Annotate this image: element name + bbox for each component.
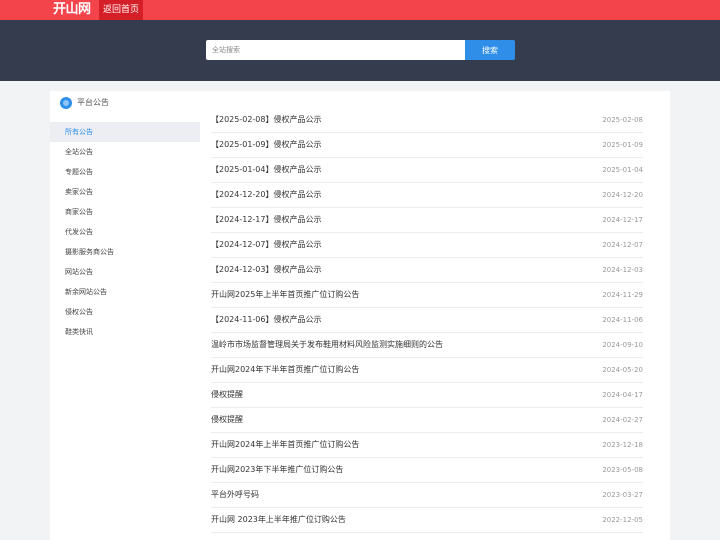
notice-title-link[interactable]: 【2024-12-03】侵权产品公示 [211,258,322,282]
sidebar-header: 平台公告 [50,91,200,115]
notice-date: 2025-02-08 [602,116,643,124]
notice-row[interactable]: 平台外呼号码 2023-03-27 [211,483,643,508]
sidebar-item[interactable]: 所有公告 [50,122,200,142]
notice-date: 2024-02-27 [602,416,643,424]
notice-row[interactable]: 【2024-12-03】侵权产品公示 2024-12-03 [211,258,643,283]
notice-date: 2024-05-20 [602,366,643,374]
search-button[interactable]: 搜索 [465,40,515,60]
notice-title-link[interactable]: 【2024-11-06】侵权产品公示 [211,308,322,332]
sidebar: 平台公告 所有公告 全站公告 专题公告 卖家公告 商家公告 代发公告 摄影服务商公告 网站公告… [50,91,200,540]
notice-row[interactable]: 【2025-02-08】侵权产品公示 2025-02-08 [211,108,643,133]
notice-panel: 【2025-02-08】侵权产品公示 2025-02-08 【2025-01-09】… [200,91,670,540]
notice-title-link[interactable]: 开山网2025年上半年首页推广位订购公告 [211,283,359,307]
notice-date: 2023-05-08 [602,466,643,474]
notice-title-link[interactable]: 【2025-01-04】侵权产品公示 [211,158,322,182]
notice-date: 2024-12-03 [602,266,643,274]
notice-date: 2024-11-29 [602,291,643,299]
notice-title-link[interactable]: 【2025-01-09】侵权产品公示 [211,133,322,157]
top-bar: 开山网 返回首页 [0,0,720,20]
notice-row[interactable]: 开山网2024年下半年首页推广位订购公告 2024-05-20 [211,358,643,383]
notice-date: 2024-11-06 [602,316,643,324]
notice-row[interactable]: 【2024-12-07】侵权产品公示 2024-12-07 [211,233,643,258]
announcement-icon [60,97,72,109]
sidebar-item[interactable]: 摄影服务商公告 [50,242,200,262]
notice-title-link[interactable]: 开山网2024年下半年首页推广位订购公告 [211,358,359,382]
sidebar-item[interactable]: 卖家公告 [50,182,200,202]
notice-date: 2024-12-17 [602,216,643,224]
notice-row[interactable]: 【2024-11-06】侵权产品公示 2024-11-06 [211,308,643,333]
notice-row[interactable]: 【2024-12-20】侵权产品公示 2024-12-20 [211,183,643,208]
sidebar-item[interactable]: 鞋类快讯 [50,322,200,342]
sidebar-item[interactable]: 新余网站公告 [50,282,200,302]
notice-title-link[interactable]: 温岭市市场监督管理局关于发布鞋用材料风险监测实施细则的公告 [211,333,443,357]
notice-row[interactable]: 温岭市市场监督管理局关于发布鞋用材料风险监测实施细则的公告 2024-09-10 [211,333,643,358]
sidebar-item[interactable]: 专题公告 [50,162,200,182]
notice-title-link[interactable]: 【2024-12-17】侵权产品公示 [211,208,322,232]
notice-row[interactable]: 【2025-01-09】侵权产品公示 2025-01-09 [211,133,643,158]
notice-date: 2023-03-27 [602,491,643,499]
sidebar-item[interactable]: 全站公告 [50,142,200,162]
site-logo[interactable]: 开山网 [53,2,91,18]
notice-row[interactable]: 开山网2024年上半年首页推广位订购公告 2023-12-18 [211,433,643,458]
notice-date: 2022-12-05 [602,516,643,524]
notice-list: 【2025-02-08】侵权产品公示 2025-02-08 【2025-01-09】… [211,108,643,533]
notice-title-link[interactable]: 开山网2024年上半年首页推广位订购公告 [211,433,359,457]
notice-row[interactable]: 开山网2025年上半年首页推广位订购公告 2024-11-29 [211,283,643,308]
notice-date: 2024-12-07 [602,241,643,249]
sidebar-title: 平台公告 [77,98,109,107]
notice-row[interactable]: 开山网 2023年上半年推广位订购公告 2022-12-05 [211,508,643,533]
notice-date: 2024-09-10 [602,341,643,349]
sidebar-menu: 所有公告 全站公告 专题公告 卖家公告 商家公告 代发公告 摄影服务商公告 网站公告 新余网站公… [50,122,200,342]
notice-row[interactable]: 【2025-01-04】侵权产品公示 2025-01-04 [211,158,643,183]
notice-title-link[interactable]: 【2024-12-20】侵权产品公示 [211,183,322,207]
notice-date: 2024-04-17 [602,391,643,399]
notice-title-link[interactable]: 侵权提醒 [211,383,243,407]
notice-row[interactable]: 侵权提醒 2024-02-27 [211,408,643,433]
sidebar-item[interactable]: 商家公告 [50,202,200,222]
sidebar-item[interactable]: 侵权公告 [50,302,200,322]
notice-row[interactable]: 侵权提醒 2024-04-17 [211,383,643,408]
sidebar-item[interactable]: 代发公告 [50,222,200,242]
sidebar-item[interactable]: 网站公告 [50,262,200,282]
notice-date: 2023-12-18 [602,441,643,449]
notice-row[interactable]: 开山网2023年下半年推广位订购公告 2023-05-08 [211,458,643,483]
notice-date: 2024-12-20 [602,191,643,199]
search-input[interactable] [206,40,465,60]
search-band: 搜索 [0,20,720,81]
notice-title-link[interactable]: 侵权提醒 [211,408,243,432]
back-home-link[interactable]: 返回首页 [99,0,144,20]
notice-title-link[interactable]: 平台外呼号码 [211,483,259,507]
notice-date: 2025-01-04 [602,166,643,174]
notice-title-link[interactable]: 开山网2023年下半年推广位订购公告 [211,458,343,482]
notice-date: 2025-01-09 [602,141,643,149]
notice-row[interactable]: 【2024-12-17】侵权产品公示 2024-12-17 [211,208,643,233]
notice-title-link[interactable]: 【2024-12-07】侵权产品公示 [211,233,322,257]
notice-title-link[interactable]: 【2025-02-08】侵权产品公示 [211,108,322,132]
notice-title-link[interactable]: 开山网 2023年上半年推广位订购公告 [211,508,346,532]
